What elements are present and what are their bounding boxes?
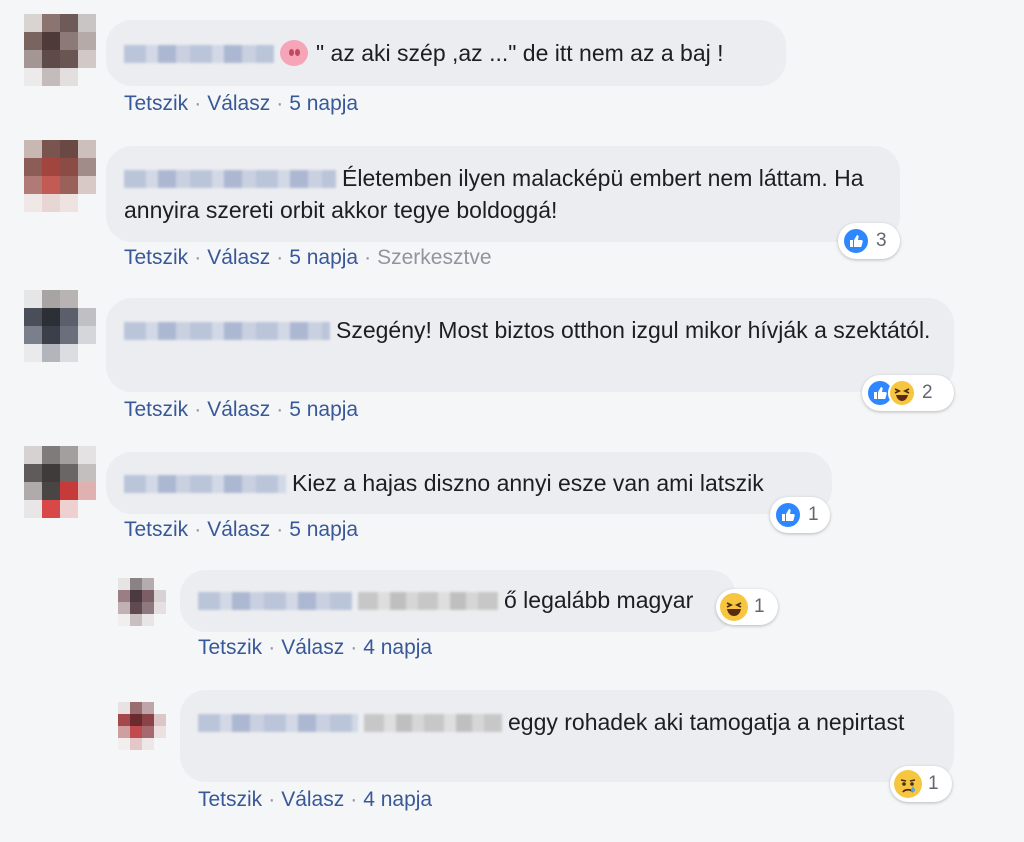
reaction-summary[interactable]: 1 (716, 589, 778, 625)
author-name[interactable] (124, 475, 286, 493)
reply-link[interactable]: Válasz (207, 398, 270, 421)
timestamp[interactable]: 5 napja (289, 246, 358, 269)
like-link[interactable]: Tetszik (124, 92, 188, 115)
avatar[interactable] (24, 14, 96, 86)
reaction-summary[interactable]: 2 (862, 375, 954, 411)
author-name[interactable] (124, 45, 274, 63)
reaction-count: 2 (922, 382, 933, 403)
like-link[interactable]: Tetszik (198, 788, 262, 811)
author-name[interactable] (198, 714, 358, 732)
comment-actions: Tetszik · Válasz · 5 napja (124, 398, 359, 421)
avatar[interactable] (24, 290, 96, 362)
reaction-count: 1 (928, 773, 939, 794)
comment-text: Szegény! Most biztos otthon izgul mikor … (336, 317, 931, 343)
comment-bubble: Kiez a hajas diszno annyi esze van ami l… (106, 452, 832, 514)
comment-bubble: ő legalább magyar (180, 570, 736, 632)
like-icon (842, 227, 870, 255)
reply-link[interactable]: Válasz (207, 246, 270, 269)
timestamp[interactable]: 4 napja (363, 636, 432, 659)
comment-text: Kiez a hajas diszno annyi esze van ami l… (292, 470, 764, 496)
reaction-summary[interactable]: 1 (770, 497, 830, 533)
like-link[interactable]: Tetszik (124, 246, 188, 269)
reaction-count: 3 (876, 230, 887, 251)
timestamp[interactable]: 5 napja (289, 92, 358, 115)
like-link[interactable]: Tetszik (124, 518, 188, 541)
reaction-count: 1 (754, 596, 765, 617)
haha-icon (888, 379, 916, 407)
avatar[interactable] (24, 140, 96, 212)
timestamp[interactable]: 5 napja (289, 518, 358, 541)
reaction-count: 1 (808, 504, 819, 525)
edited-label[interactable]: Szerkesztve (377, 246, 491, 269)
avatar[interactable] (118, 578, 166, 626)
avatar[interactable] (24, 446, 96, 518)
comment-text: " az aki szép ,az ..." de itt nem az a b… (316, 40, 724, 66)
reaction-summary[interactable]: 1 (890, 766, 952, 802)
comment-text: ő legalább magyar (504, 587, 694, 613)
comment-bubble: eggy rohadek aki tamogatja a nepirtast (180, 690, 954, 782)
sad-icon (894, 770, 922, 798)
like-icon (774, 501, 802, 529)
comment-actions: Tetszik · Válasz · 5 napja (124, 92, 359, 115)
comment-actions: Tetszik · Válasz · 5 napja (124, 518, 359, 541)
like-link[interactable]: Tetszik (198, 636, 262, 659)
timestamp[interactable]: 5 napja (289, 398, 358, 421)
comment-bubble: Szegény! Most biztos otthon izgul mikor … (106, 298, 954, 392)
pig-emoji-icon (280, 40, 308, 66)
comment-actions: Tetszik · Válasz · 4 napja (198, 788, 433, 811)
timestamp[interactable]: 4 napja (363, 788, 432, 811)
author-name[interactable] (124, 170, 336, 188)
comment-bubble: Életemben ilyen malacképü embert nem lát… (106, 146, 900, 242)
author-name[interactable] (124, 322, 330, 340)
comment-actions: Tetszik · Válasz · 4 napja (198, 636, 433, 659)
author-name[interactable] (198, 592, 352, 610)
comment-text: eggy rohadek aki tamogatja a nepirtast (508, 709, 905, 735)
reply-link[interactable]: Válasz (207, 518, 270, 541)
reply-link[interactable]: Válasz (281, 636, 344, 659)
like-link[interactable]: Tetszik (124, 398, 188, 421)
reaction-summary[interactable]: 3 (838, 223, 900, 259)
avatar[interactable] (118, 702, 166, 750)
comment-bubble: " az aki szép ,az ..." de itt nem az a b… (106, 20, 786, 86)
haha-icon (720, 593, 748, 621)
reply-link[interactable]: Válasz (207, 92, 270, 115)
comment-actions: Tetszik · Válasz · 5 napja · Szerkesztve (124, 246, 492, 269)
reply-link[interactable]: Válasz (281, 788, 344, 811)
